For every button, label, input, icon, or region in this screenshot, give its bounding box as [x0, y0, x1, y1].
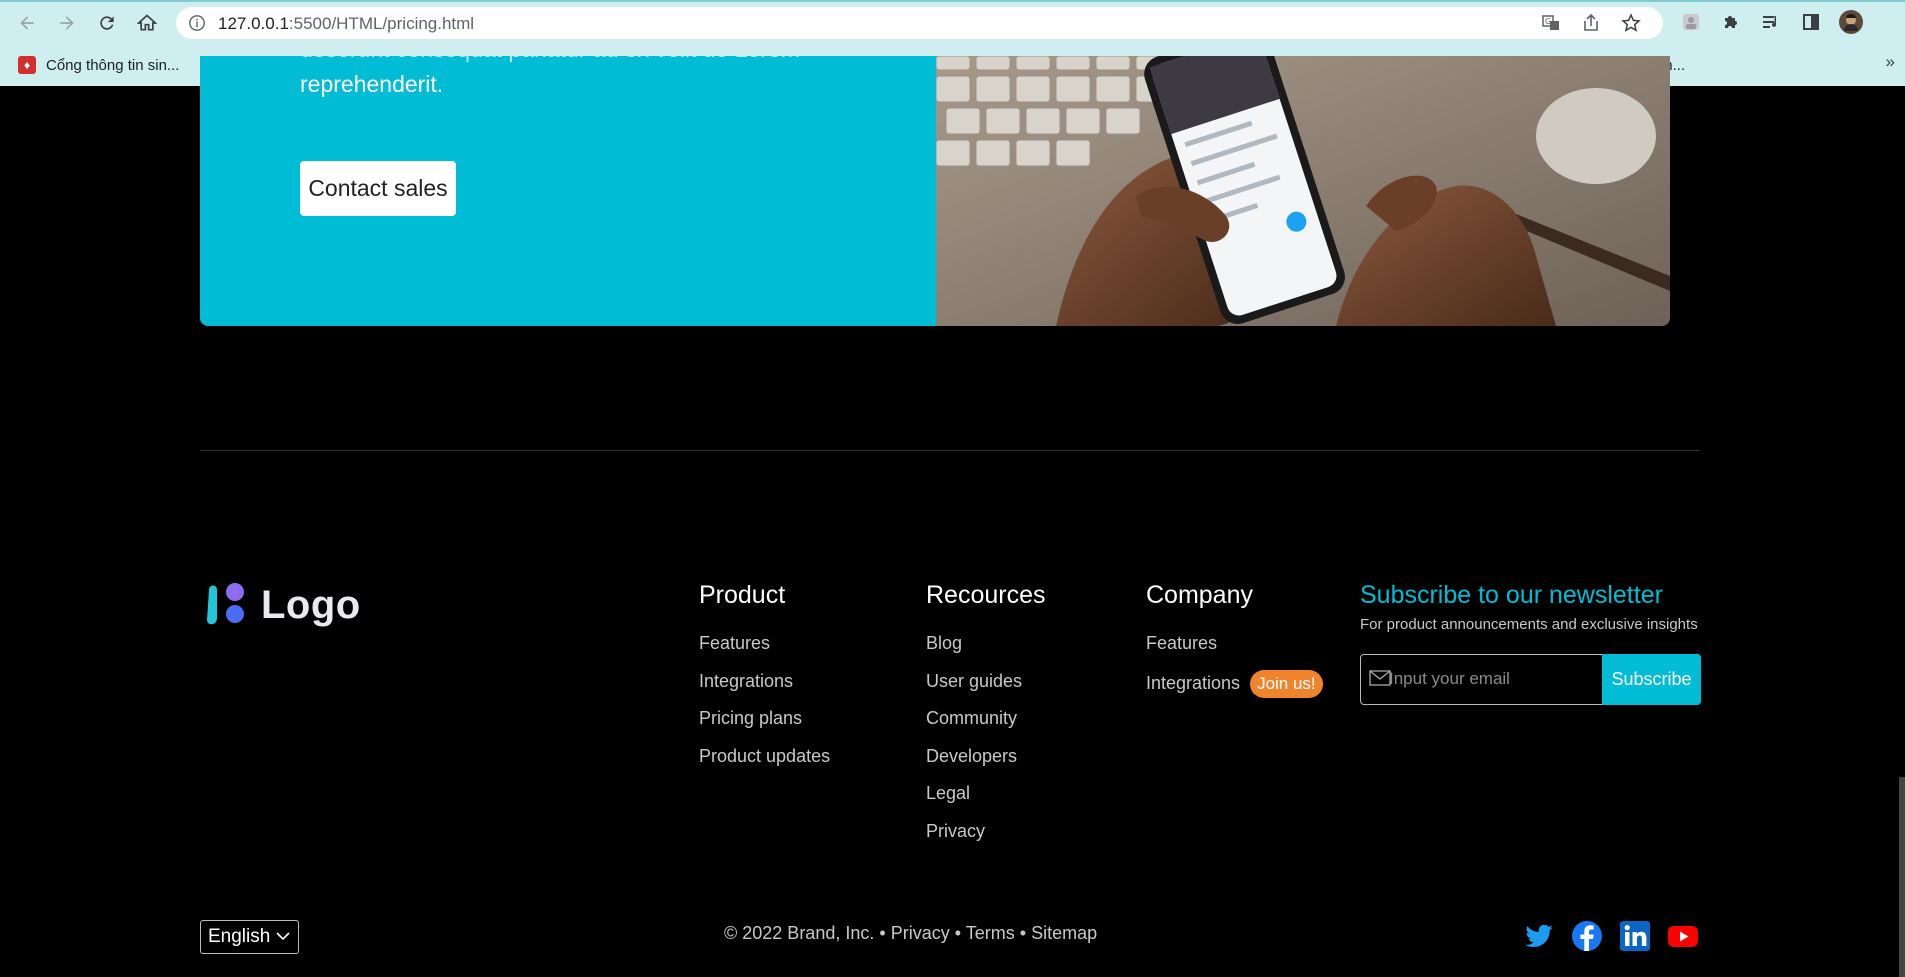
translate-icon[interactable]: G [1541, 13, 1561, 33]
page-scrollbar[interactable] [1899, 86, 1905, 977]
language-select[interactable]: English [200, 920, 299, 954]
legal-link-privacy[interactable]: Privacy [891, 923, 950, 943]
facebook-icon[interactable] [1571, 920, 1603, 952]
footer-link-privacy[interactable]: Privacy [926, 820, 1046, 842]
info-icon[interactable] [188, 14, 206, 32]
back-button[interactable] [14, 10, 40, 36]
reload-button[interactable] [94, 10, 120, 36]
section-divider [200, 450, 1700, 451]
media-control-icon[interactable] [1759, 10, 1783, 34]
copyright-text: © 2022 Brand, Inc. [724, 923, 875, 943]
contact-sales-button[interactable]: Contact sales [300, 161, 456, 216]
newsletter-title: Subscribe to our newsletter [1360, 581, 1663, 609]
cta-text-panel: deserunt consequat pariatur ad ex velit … [200, 56, 936, 326]
red-logo-icon: ♦ [18, 56, 36, 74]
column-title: Recources [926, 581, 1046, 609]
footer-column-company: Company Features Integrations Join us! [1146, 580, 1323, 713]
cta-description-line-2: reprehenderit. [300, 71, 444, 97]
legal-link-sitemap[interactable]: Sitemap [1031, 923, 1097, 943]
cta-description: deserunt consequat pariatur ad ex velit … [300, 56, 800, 102]
twitter-icon[interactable] [1523, 920, 1555, 952]
language-value: English [208, 926, 271, 947]
logo-text: Logo [261, 582, 361, 627]
footer-link-company-integrations[interactable]: Integrations Join us! [1146, 669, 1323, 698]
chevron-down-icon [276, 932, 290, 941]
address-bar[interactable]: 127.0.0.1:5500/HTML/pricing.html G [176, 7, 1663, 39]
footer-column-product: Product Features Integrations Pricing pl… [699, 580, 830, 782]
footer-link-user-guides[interactable]: User guides [926, 670, 1046, 692]
footer-link-pricing-plans[interactable]: Pricing plans [699, 707, 830, 729]
footer-link-features[interactable]: Features [699, 632, 830, 654]
separator: • [954, 923, 962, 943]
linkedin-icon[interactable] [1619, 920, 1651, 952]
mail-icon [1369, 670, 1391, 686]
footer-link-integrations[interactable]: Integrations [699, 670, 830, 692]
cta-image-phone-in-hands [936, 56, 1670, 326]
link-label: Integrations [1146, 672, 1241, 693]
separator: • [879, 923, 886, 943]
share-icon[interactable] [1581, 13, 1601, 33]
footer-link-blog[interactable]: Blog [926, 632, 1046, 654]
arrow-right-icon [60, 16, 74, 30]
newsletter-subtitle: For product announcements and exclusive … [1360, 616, 1698, 633]
home-icon [137, 14, 157, 31]
column-title: Product [699, 581, 786, 609]
arrow-left-icon [20, 16, 34, 30]
separator: • [1019, 923, 1027, 943]
bookmarks-overflow-button[interactable]: » [1886, 52, 1895, 72]
profile-extension-icon[interactable] [1679, 10, 1703, 34]
footer-link-legal[interactable]: Legal [926, 782, 1046, 804]
star-icon[interactable] [1621, 13, 1641, 33]
cta-banner: deserunt consequat pariatur ad ex velit … [200, 56, 1670, 326]
extensions-puzzle-icon[interactable] [1719, 10, 1743, 34]
footer-link-community[interactable]: Community [926, 707, 1046, 729]
bookmark-item[interactable]: ♦ Cổng thông tin sin... [18, 54, 179, 76]
footer-link-product-updates[interactable]: Product updates [699, 745, 830, 767]
column-title: Company [1146, 581, 1253, 609]
footer-link-company-features[interactable]: Features [1146, 632, 1323, 654]
bookmark-label: Cổng thông tin sin... [46, 56, 180, 74]
side-panel-icon[interactable] [1799, 10, 1823, 34]
footer-column-resources: Recources Blog User guides Community Dev… [926, 580, 1046, 858]
footer-link-developers[interactable]: Developers [926, 745, 1046, 767]
tab-strip-edge [0, 0, 1905, 2]
url-text: 127.0.0.1:5500/HTML/pricing.html [218, 14, 475, 33]
footer-logo[interactable]: Logo [203, 580, 361, 630]
newsletter-form: Subscribe [1360, 654, 1701, 705]
forward-button[interactable] [54, 10, 80, 36]
scrollbar-thumb[interactable] [1899, 777, 1905, 977]
legal-link-terms[interactable]: Terms [966, 923, 1015, 943]
join-us-badge[interactable]: Join us! [1250, 669, 1323, 698]
cta-description-line-1: deserunt consequat pariatur ad ex velit … [300, 56, 800, 67]
logo-icon [207, 583, 244, 625]
avatar[interactable] [1839, 10, 1863, 34]
newsletter-section: Subscribe to our newsletter For product … [1360, 580, 1701, 705]
youtube-icon[interactable] [1667, 920, 1699, 952]
subscribe-button[interactable]: Subscribe [1602, 654, 1701, 705]
reload-icon [100, 16, 114, 30]
footer-legal: © 2022 Brand, Inc. • Privacy • Terms • S… [724, 923, 1097, 944]
home-button[interactable] [134, 10, 160, 36]
email-input[interactable] [1389, 655, 1589, 702]
